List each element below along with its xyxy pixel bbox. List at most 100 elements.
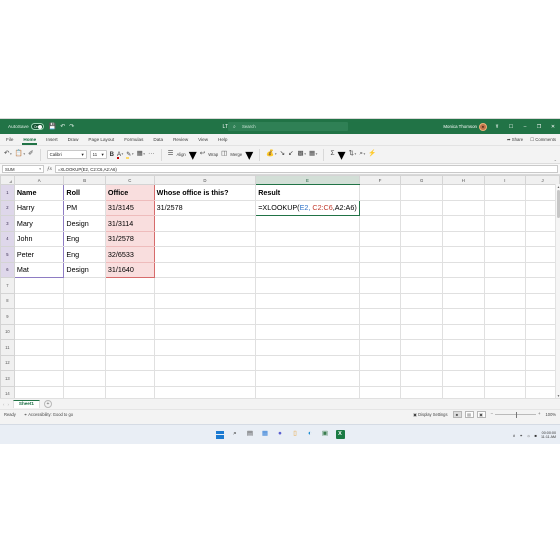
cell-b6[interactable]: Design	[64, 262, 105, 278]
cell-i10[interactable]	[484, 324, 525, 340]
row-header-11[interactable]: 11	[1, 340, 15, 356]
tray-chevron-icon[interactable]: ∧	[513, 433, 516, 438]
name-box[interactable]: SUM ▾	[2, 165, 44, 173]
row-header-5[interactable]: 5	[1, 247, 15, 263]
cell-h5[interactable]	[442, 247, 484, 263]
column-header-d[interactable]: D	[154, 176, 256, 185]
row-header-9[interactable]: 9	[1, 309, 15, 325]
cell-b9[interactable]	[64, 309, 105, 325]
cell-b14[interactable]	[64, 386, 105, 398]
tab-data[interactable]: Data	[152, 136, 164, 144]
redo-icon[interactable]: ↷	[69, 124, 74, 130]
cell-h2[interactable]	[442, 200, 484, 216]
cell-c13[interactable]	[105, 371, 154, 387]
number-format-icon[interactable]: 💰▾	[266, 151, 276, 158]
cell-f9[interactable]	[359, 309, 401, 325]
chevron-down-icon[interactable]: ▾	[189, 145, 197, 165]
close-button[interactable]: ✕	[549, 124, 557, 130]
cell-c14[interactable]	[105, 386, 154, 398]
cell-a7[interactable]	[14, 278, 64, 294]
cell-b2[interactable]: PM	[64, 200, 105, 216]
cell-c7[interactable]	[105, 278, 154, 294]
cell-g9[interactable]	[401, 309, 443, 325]
cell-h4[interactable]	[442, 231, 484, 247]
cell-h9[interactable]	[442, 309, 484, 325]
cell-g11[interactable]	[401, 340, 443, 356]
cell-h6[interactable]	[442, 262, 484, 278]
cell-f8[interactable]	[359, 293, 401, 309]
cell-e4[interactable]	[256, 231, 360, 247]
cell-h11[interactable]	[442, 340, 484, 356]
collapse-ribbon-icon[interactable]: ⌄	[554, 157, 557, 162]
search-icon[interactable]: ⌕	[231, 430, 240, 439]
cell-a10[interactable]	[14, 324, 64, 340]
cell-h7[interactable]	[442, 278, 484, 294]
cell-c12[interactable]	[105, 355, 154, 371]
cell-b13[interactable]	[64, 371, 105, 387]
column-header-b[interactable]: B	[64, 176, 105, 185]
cell-d4[interactable]	[154, 231, 256, 247]
chat-icon[interactable]: ●	[276, 430, 285, 439]
cell-e11[interactable]	[256, 340, 360, 356]
restore-button[interactable]: ❐	[535, 124, 543, 130]
cell-e6[interactable]	[256, 262, 360, 278]
cell-b5[interactable]: Eng	[64, 247, 105, 263]
cell-c8[interactable]	[105, 293, 154, 309]
next-sheet-icon[interactable]: ›	[7, 402, 8, 407]
cell-a3[interactable]: Mary	[14, 216, 64, 232]
first-sheet-icon[interactable]: ‹	[3, 402, 4, 407]
cell-e8[interactable]	[256, 293, 360, 309]
cell-e9[interactable]	[256, 309, 360, 325]
increase-decimal-icon[interactable]: ↘	[280, 151, 285, 158]
widgets-icon[interactable]: ▦	[261, 430, 270, 439]
cell-c5[interactable]: 32/6533	[105, 247, 154, 263]
zoom-level[interactable]: 100%	[546, 412, 556, 417]
cell-g6[interactable]	[401, 262, 443, 278]
row-header-10[interactable]: 10	[1, 324, 15, 340]
accessibility-status[interactable]: ⚭ Accessibility: Good to go	[24, 412, 73, 417]
scroll-down-icon[interactable]: ▼	[556, 393, 560, 398]
cell-i6[interactable]	[484, 262, 525, 278]
row-header-3[interactable]: 3	[1, 216, 15, 232]
cell-d12[interactable]	[154, 355, 256, 371]
find-select-icon[interactable]: ⌕▾	[359, 151, 365, 158]
cell-c11[interactable]	[105, 340, 154, 356]
sort-filter-icon[interactable]: ⇅▾	[349, 151, 357, 158]
cell-a4[interactable]: John	[14, 231, 64, 247]
cell-i3[interactable]	[484, 216, 525, 232]
column-header-e[interactable]: E	[256, 176, 360, 185]
tab-view[interactable]: View	[197, 136, 209, 144]
cell-e10[interactable]	[256, 324, 360, 340]
cell-a11[interactable]	[14, 340, 64, 356]
zoom-in-button[interactable]: +	[538, 412, 541, 417]
row-header-4[interactable]: 4	[1, 231, 15, 247]
cell-i8[interactable]	[484, 293, 525, 309]
cell-b1[interactable]: Roll	[64, 185, 105, 201]
cell-g3[interactable]	[401, 216, 443, 232]
cell-f10[interactable]	[359, 324, 401, 340]
cell-f5[interactable]	[359, 247, 401, 263]
cell-a9[interactable]	[14, 309, 64, 325]
cell-i9[interactable]	[484, 309, 525, 325]
windows-start-icon[interactable]	[216, 430, 225, 439]
view-page-break-button[interactable]: ▣	[477, 411, 486, 418]
cell-d9[interactable]	[154, 309, 256, 325]
cell-i7[interactable]	[484, 278, 525, 294]
add-sheet-button[interactable]: +	[44, 400, 52, 408]
merge-button[interactable]: Merge	[230, 152, 242, 157]
cell-g4[interactable]	[401, 231, 443, 247]
cell-e1[interactable]: Result	[256, 185, 360, 201]
font-color-button[interactable]: A▾	[117, 152, 123, 158]
cell-g2[interactable]	[401, 200, 443, 216]
cell-f11[interactable]	[359, 340, 401, 356]
battery-icon[interactable]: ■	[535, 433, 537, 438]
more-font-options-icon[interactable]: ···	[148, 151, 155, 158]
ribbon-display-options-icon[interactable]: ☐	[507, 124, 515, 130]
edge-icon[interactable]: ◐	[306, 430, 315, 439]
tab-insert[interactable]: Insert	[45, 136, 59, 144]
undo-icon[interactable]: ↶	[60, 124, 65, 130]
sheet-tab-sheet1[interactable]: Sheet1	[13, 400, 40, 409]
vertical-scrollbar[interactable]: ▲ ▼	[555, 184, 560, 398]
cell-f6[interactable]	[359, 262, 401, 278]
cell-d2[interactable]: 31/2578	[154, 200, 256, 216]
